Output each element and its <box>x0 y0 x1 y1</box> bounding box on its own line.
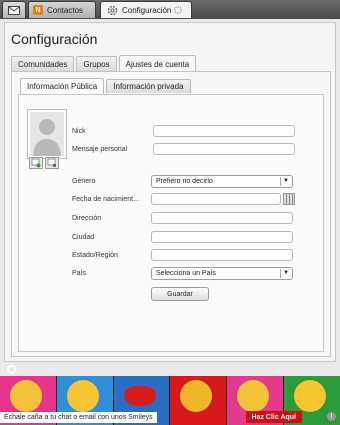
tab-groups[interactable]: Grupos <box>76 56 117 71</box>
address-label: Dirección <box>72 215 102 222</box>
address-input[interactable] <box>151 212 293 224</box>
tab-private-info[interactable]: Información privada <box>106 79 191 93</box>
tab-communities[interactable]: Comunidades <box>11 56 75 71</box>
tab-account-settings[interactable]: Ajustes de cuenta <box>118 55 197 72</box>
tab-configuration[interactable]: Configuración <box>100 1 192 18</box>
avatar-edit-button[interactable] <box>45 157 59 169</box>
smiley-cat-icon <box>237 380 270 412</box>
smiley-cat-icon <box>10 380 42 412</box>
nick-label: Nick <box>72 128 86 135</box>
page-title: Configuración <box>11 31 98 47</box>
chevron-down-icon: ▼ <box>280 269 291 278</box>
birthdate-input[interactable] <box>151 193 281 205</box>
window-tab-bar: N Contactos Configuración <box>0 0 340 19</box>
country-select[interactable]: Selecciona un País ▼ <box>151 267 293 280</box>
smiley-face-icon <box>294 380 327 412</box>
tab-configuration-label: Configuración <box>122 5 172 15</box>
contacts-icon: N <box>33 5 43 15</box>
state-input[interactable] <box>151 249 293 261</box>
ad-tile <box>170 376 228 425</box>
city-input[interactable] <box>151 231 293 243</box>
avatar[interactable] <box>27 109 67 159</box>
ad-cta-button[interactable]: Haz Clic Aquí <box>245 411 302 423</box>
country-value: Selecciona un País <box>156 270 216 277</box>
country-label: País <box>72 270 87 277</box>
state-label: Estado/Región <box>72 252 118 259</box>
city-label: Ciudad <box>72 234 95 241</box>
ad-banner[interactable]: Échale caña a tu chat o email con unos S… <box>0 376 340 425</box>
personal-message-input[interactable] <box>153 143 295 155</box>
settings-panel: Configuración Comunidades Grupos Ajustes… <box>4 22 336 362</box>
image-edit-icon <box>47 158 56 167</box>
settings-tabs: Comunidades Grupos Ajustes de cuenta <box>11 55 198 72</box>
image-add-icon <box>31 158 41 168</box>
personal-message-label: Mensaje personal <box>72 146 128 153</box>
tab-public-info[interactable]: Información Pública <box>20 78 105 94</box>
gender-select[interactable]: Prefiero no decirlo ▼ <box>151 175 293 188</box>
lips-icon <box>123 386 156 406</box>
avatar-upload-button[interactable] <box>29 157 43 169</box>
public-info-form: Nick Mensaje personal Género Prefiero no… <box>18 94 324 352</box>
gender-value: Prefiero no decirlo <box>156 178 213 185</box>
save-button[interactable]: Guardar <box>151 287 209 301</box>
avatar-placeholder-icon <box>30 112 64 156</box>
calendar-icon[interactable] <box>283 193 295 205</box>
gender-label: Género <box>72 178 96 185</box>
info-tabs: Información Pública Información privada <box>20 78 193 94</box>
tab-contacts-label: Contactos <box>47 5 84 15</box>
info-icon[interactable]: i <box>327 412 336 421</box>
gear-icon <box>107 5 118 15</box>
smiley-money-icon <box>180 380 213 412</box>
account-settings-content: Información Pública Información privada <box>11 71 331 357</box>
nick-input[interactable] <box>153 125 295 137</box>
chevron-down-icon: ▼ <box>280 177 291 186</box>
ad-text: Échale caña a tu chat o email con unos S… <box>0 412 157 423</box>
birthdate-label: Fecha de nacimient... <box>72 196 139 203</box>
mail-icon <box>8 5 20 15</box>
tab-contacts[interactable]: N Contactos <box>28 1 96 18</box>
close-tab-icon[interactable] <box>174 6 183 14</box>
smiley-face-icon <box>66 380 99 412</box>
tab-mail[interactable] <box>2 1 26 18</box>
power-icon[interactable] <box>7 365 16 374</box>
